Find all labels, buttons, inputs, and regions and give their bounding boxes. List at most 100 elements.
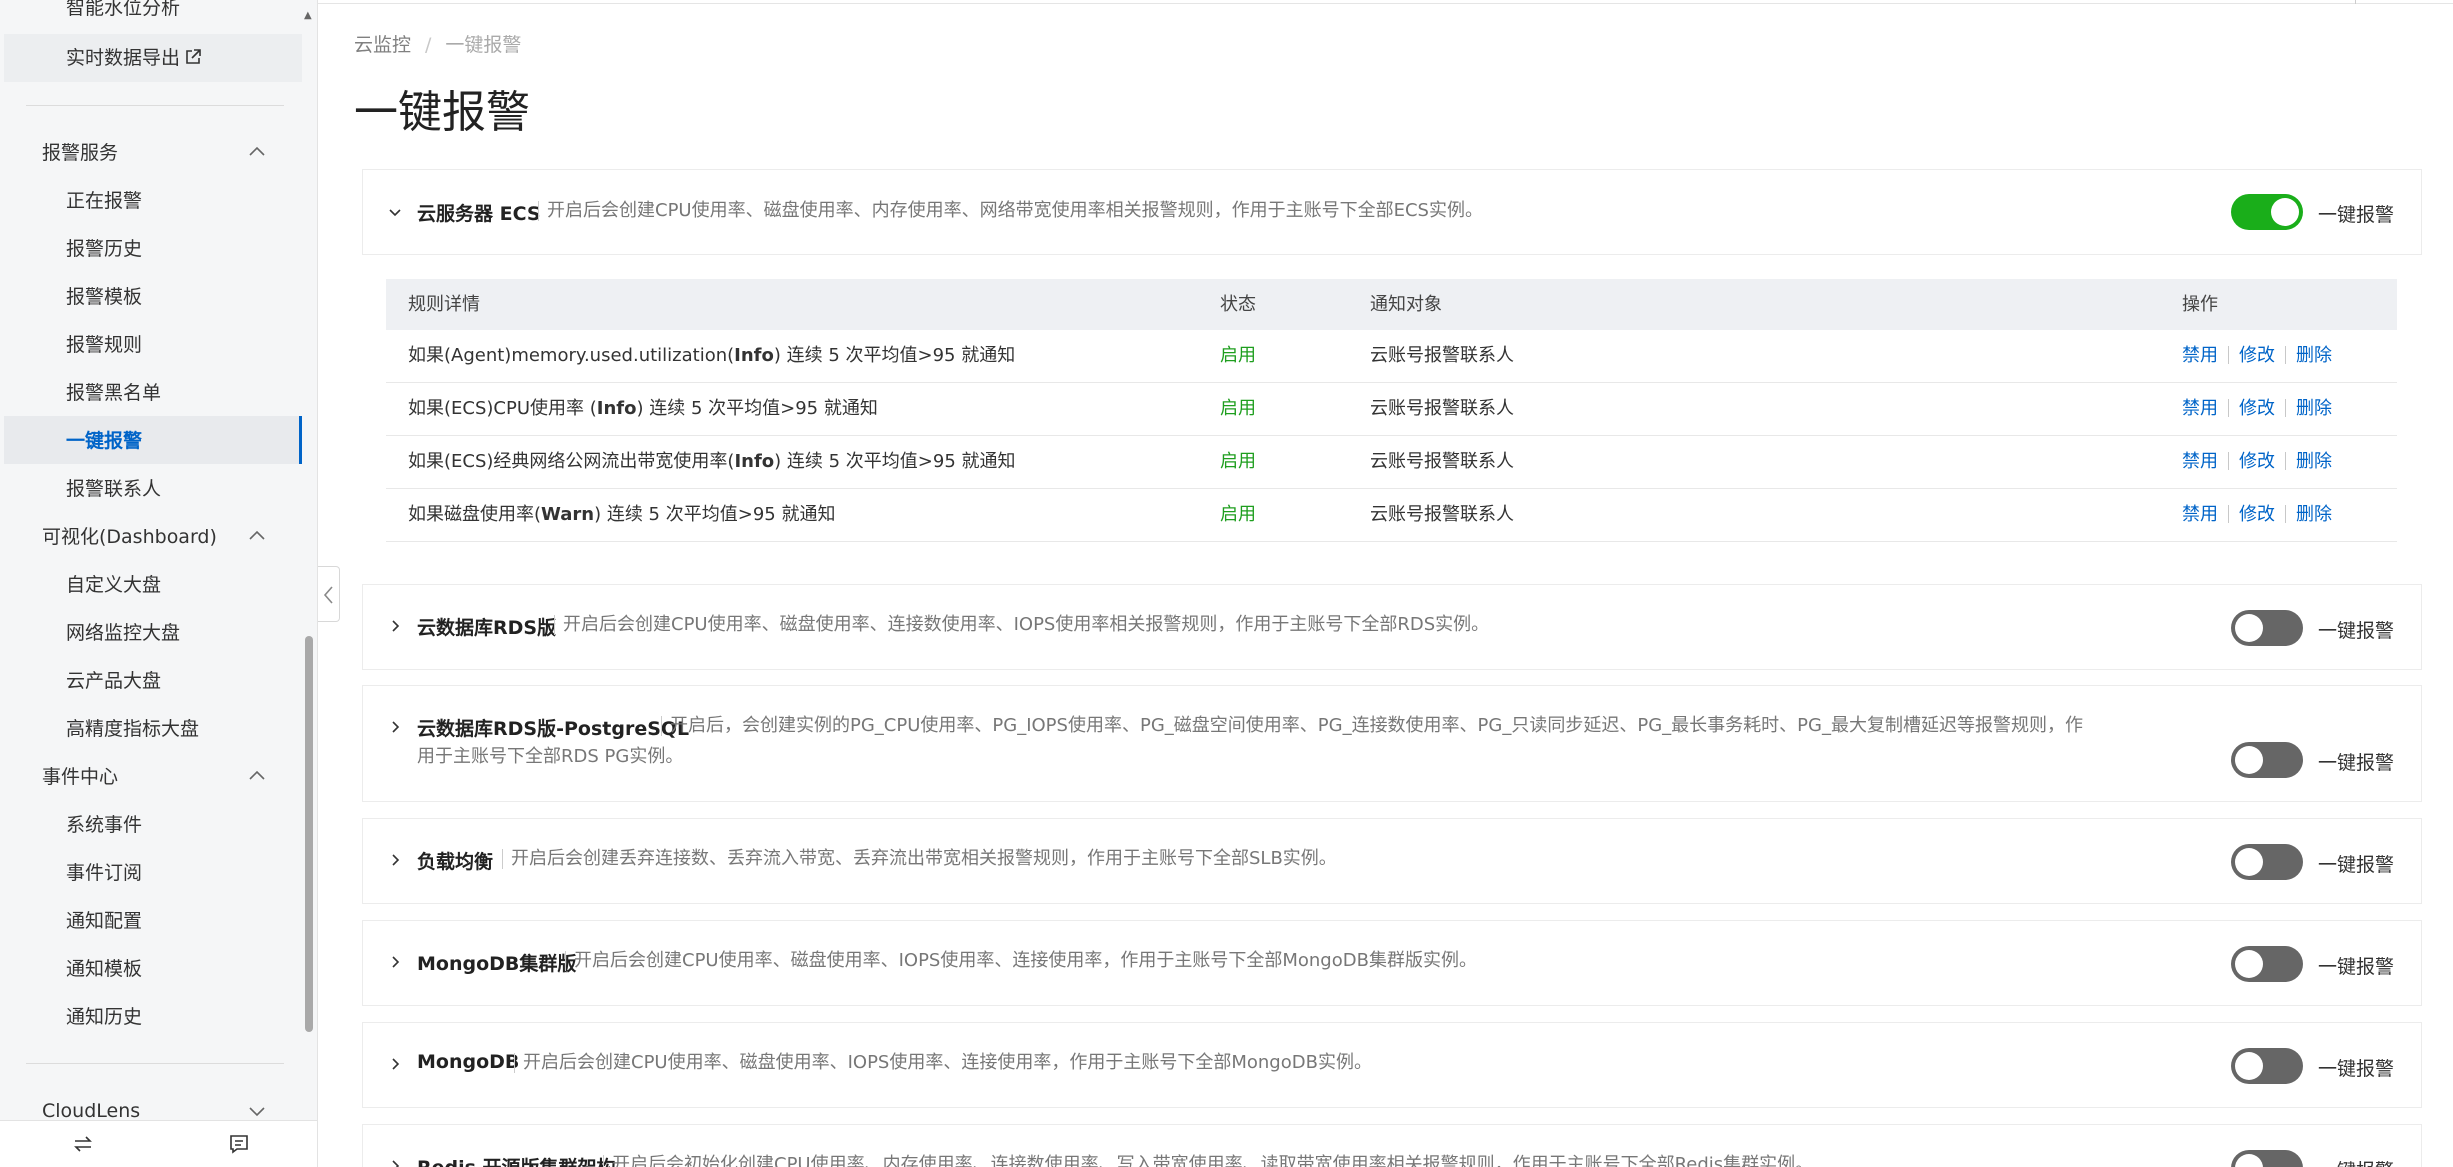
sidebar-group-dashboard[interactable]: 可视化(Dashboard)	[42, 525, 217, 549]
column-header-status: 状态	[1220, 294, 1256, 315]
edit-link[interactable]: 修改	[2239, 451, 2275, 472]
product-card-rds: 云数据库RDS版 开启后会创建CPU使用率、磁盘使用率、连接数使用率、IOPS使…	[362, 584, 2422, 670]
scroll-up-arrow-icon[interactable]: ▲	[304, 10, 312, 21]
product-description: 开启后，会创建实例的PG_CPU使用率、PG_IOPS使用率、PG_磁盘空间使用…	[670, 715, 2083, 736]
one-click-alarm-toggle[interactable]	[2231, 946, 2303, 982]
sidebar-scrollbar-thumb[interactable]	[305, 636, 313, 1032]
rule-level: Info	[734, 345, 774, 366]
disable-link[interactable]: 禁用	[2182, 345, 2218, 366]
chevron-up-icon[interactable]	[246, 525, 268, 547]
sidebar-item-custom-dashboard[interactable]: 自定义大盘	[66, 573, 161, 597]
toggle-knob	[2235, 950, 2263, 978]
action-separator	[2228, 505, 2229, 523]
product-card-rds-postgresql: 云数据库RDS版-PostgreSQL 开启后，会创建实例的PG_CPU使用率、…	[362, 685, 2422, 802]
top-rule	[2355, 0, 2356, 4]
sidebar-active-indicator	[4, 416, 302, 464]
chevron-down-icon[interactable]	[246, 1100, 268, 1122]
rule-detail: 如果(ECS)经典网络公网流出带宽使用率(Info) 连续 5 次平均值>95 …	[408, 436, 1016, 487]
one-click-alarm-toggle[interactable]	[2231, 194, 2303, 230]
disable-link[interactable]: 禁用	[2182, 398, 2218, 419]
disable-link[interactable]: 禁用	[2182, 504, 2218, 525]
product-card-ecs: 云服务器 ECS 开启后会创建CPU使用率、磁盘使用率、内存使用率、网络带宽使用…	[362, 169, 2422, 255]
sidebar-item-product-dashboard[interactable]: 云产品大盘	[66, 669, 161, 693]
sidebar-item-alarm-history[interactable]: 报警历史	[66, 237, 142, 261]
chevron-up-icon[interactable]	[246, 765, 268, 787]
sidebar-item-alarm-contacts[interactable]: 报警联系人	[66, 477, 161, 501]
rule-status: 启用	[1220, 398, 1256, 419]
breadcrumb-root[interactable]: 云监控	[354, 34, 411, 56]
swap-icon[interactable]	[72, 1133, 94, 1155]
delete-link[interactable]: 删除	[2296, 398, 2332, 419]
sidebar-item-alarm-blacklist[interactable]: 报警黑名单	[66, 381, 161, 405]
sidebar-collapse-handle[interactable]	[318, 566, 340, 622]
chevron-right-icon[interactable]	[387, 1158, 403, 1167]
product-description: 开启后会创建CPU使用率、磁盘使用率、内存使用率、网络带宽使用率相关报警规则，作…	[547, 200, 1483, 221]
sidebar-group-alarm-service[interactable]: 报警服务	[42, 141, 118, 165]
edit-link[interactable]: 修改	[2239, 345, 2275, 366]
sidebar-item-precision-dashboard[interactable]: 高精度指标大盘	[66, 717, 199, 741]
delete-link[interactable]: 删除	[2296, 504, 2332, 525]
toggle-label: 一键报警	[2318, 204, 2395, 226]
table-row: 如果(ECS)经典网络公网流出带宽使用率(Info) 连续 5 次平均值>95 …	[386, 436, 2397, 489]
toggle-label: 一键报警	[2318, 620, 2395, 642]
one-click-alarm-toggle[interactable]	[2231, 1150, 2303, 1167]
sidebar-item-alarm-rules[interactable]: 报警规则	[66, 333, 142, 357]
one-click-alarm-toggle[interactable]	[2231, 844, 2303, 880]
rule-detail-prefix: 如果(ECS)CPU使用率 (	[408, 398, 597, 419]
rule-notify-target: 云账号报警联系人	[1370, 345, 1514, 366]
column-header-detail: 规则详情	[408, 294, 480, 315]
rule-detail-suffix: ) 连续 5 次平均值>95 就通知	[594, 504, 836, 525]
edit-link[interactable]: 修改	[2239, 504, 2275, 525]
one-click-alarm-toggle[interactable]	[2231, 1048, 2303, 1084]
sidebar: 智能水位分析 实时数据导出 报警服务 正在报警 报警历史 报警模板 报警规则 报…	[0, 0, 318, 1167]
chevron-right-icon[interactable]	[387, 852, 403, 868]
sidebar-item-event-subscription[interactable]: 事件订阅	[66, 861, 142, 885]
toggle-label: 一键报警	[2318, 854, 2395, 876]
toggle-knob	[2235, 614, 2263, 642]
name-divider	[514, 1053, 515, 1073]
product-card-mongodb: MongoDB 开启后会创建CPU使用率、磁盘使用率、IOPS使用率、连接使用率…	[362, 1022, 2422, 1108]
sidebar-item-one-click-alarm[interactable]: 一键报警	[66, 429, 142, 453]
chevron-down-icon[interactable]	[387, 204, 403, 220]
edit-link[interactable]: 修改	[2239, 398, 2275, 419]
sidebar-item-notify-template[interactable]: 通知模板	[66, 957, 142, 981]
rule-actions: 禁用 修改 删除	[2182, 489, 2332, 540]
one-click-alarm-toggle[interactable]	[2231, 610, 2303, 646]
rule-actions: 禁用 修改 删除	[2182, 436, 2332, 487]
message-icon[interactable]	[228, 1133, 250, 1155]
delete-link[interactable]: 删除	[2296, 451, 2332, 472]
breadcrumb-current: 一键报警	[445, 34, 522, 56]
toggle-knob	[2235, 1052, 2263, 1080]
one-click-alarm-toggle[interactable]	[2231, 742, 2303, 778]
product-name: Redis 开源版集群架构	[417, 1153, 616, 1167]
product-card-mongodb-cluster: MongoDB集群版 开启后会创建CPU使用率、磁盘使用率、IOPS使用率、连接…	[362, 920, 2422, 1006]
action-separator	[2228, 399, 2229, 417]
breadcrumb: 云监控 / 一键报警	[354, 30, 521, 57]
toggle-label: 一键报警	[2318, 1156, 2394, 1167]
chevron-right-icon[interactable]	[387, 1056, 403, 1072]
product-description-line2: 用于主账号下全部RDS PG实例。	[417, 746, 684, 767]
name-divider	[502, 849, 503, 869]
sidebar-item-watermark-analysis[interactable]: 智能水位分析	[66, 0, 180, 20]
chevron-right-icon[interactable]	[387, 954, 403, 970]
chevron-right-icon[interactable]	[387, 719, 403, 735]
sidebar-item-alarming[interactable]: 正在报警	[66, 189, 142, 213]
rule-detail: 如果(Agent)memory.used.utilization(Info) 连…	[408, 330, 1015, 381]
disable-link[interactable]: 禁用	[2182, 451, 2218, 472]
toggle-label: 一键报警	[2318, 956, 2395, 978]
rule-status: 启用	[1220, 504, 1256, 525]
product-description: 开启后会创建CPU使用率、磁盘使用率、连接数使用率、IOPS使用率相关报警规则，…	[563, 614, 1490, 635]
sidebar-item-system-events[interactable]: 系统事件	[66, 813, 142, 837]
delete-link[interactable]: 删除	[2296, 345, 2332, 366]
sidebar-item-network-dashboard[interactable]: 网络监控大盘	[66, 621, 180, 645]
chevron-right-icon[interactable]	[387, 618, 403, 634]
sidebar-item-notify-config[interactable]: 通知配置	[66, 909, 142, 933]
sidebar-item-notify-history[interactable]: 通知历史	[66, 1005, 142, 1029]
sidebar-group-event-center[interactable]: 事件中心	[42, 765, 118, 789]
sidebar-item-alarm-template[interactable]: 报警模板	[66, 285, 142, 309]
sidebar-item-realtime-export[interactable]: 实时数据导出	[66, 46, 202, 70]
chevron-up-icon[interactable]	[246, 141, 268, 163]
action-separator	[2228, 346, 2229, 364]
rule-notify-target: 云账号报警联系人	[1370, 398, 1514, 419]
rule-detail-suffix: ) 连续 5 次平均值>95 就通知	[773, 345, 1016, 366]
